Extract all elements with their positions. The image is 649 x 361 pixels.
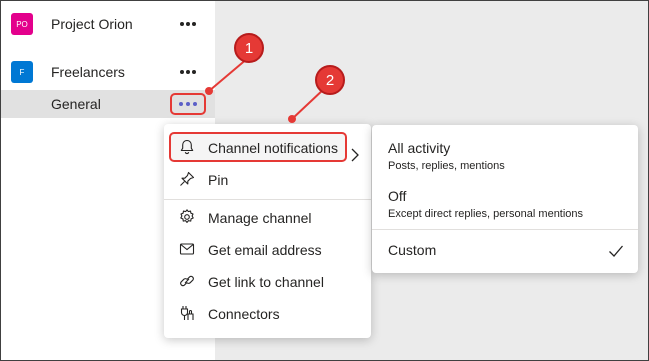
more-dot (186, 102, 190, 106)
option-title: All activity (388, 140, 451, 156)
chevron-right-icon (351, 148, 359, 162)
menu-item-get-email-address[interactable]: Get email address (164, 234, 371, 264)
channel-name: General (51, 96, 101, 112)
notifications-submenu: All activity Posts, replies, mentions Of… (372, 125, 638, 273)
link-icon (180, 275, 194, 287)
channel-options-menu: Channel notifications Pin Manage channel… (164, 124, 371, 338)
bell-icon (180, 139, 194, 155)
menu-item-label: Get link to channel (208, 274, 324, 290)
submenu-option-all-activity[interactable]: All activity Posts, replies, mentions (372, 133, 638, 179)
menu-item-label: Get email address (208, 242, 322, 258)
team-avatar: F (11, 61, 33, 83)
more-dot (186, 22, 190, 26)
callout-badge-2: 2 (315, 65, 345, 95)
option-description: Posts, replies, mentions (388, 160, 505, 172)
channel-more-options-button[interactable] (170, 93, 206, 115)
team-more-options-button[interactable] (177, 65, 199, 79)
more-dot (192, 22, 196, 26)
menu-item-label: Pin (208, 172, 229, 188)
option-description: Except direct replies, personal mentions (388, 208, 584, 220)
more-dot (180, 22, 184, 26)
submenu-option-off[interactable]: Off Except direct replies, personal ment… (372, 181, 638, 227)
menu-item-label: Manage channel (208, 210, 312, 226)
menu-item-pin[interactable]: Pin (164, 164, 371, 194)
menu-item-manage-channel[interactable]: Manage channel (164, 202, 371, 232)
more-dot (180, 70, 184, 74)
more-dot (193, 102, 197, 106)
more-dot (179, 102, 183, 106)
option-title: Custom (388, 242, 437, 258)
checkmark-icon (609, 245, 623, 257)
menu-item-channel-notifications[interactable]: Channel notifications (164, 132, 371, 162)
option-title: Off (388, 188, 407, 204)
team-row-project-orion[interactable]: PO Project Orion (1, 4, 215, 44)
more-dot (186, 70, 190, 74)
more-dot (192, 70, 196, 74)
menu-item-get-link-to-channel[interactable]: Get link to channel (164, 266, 371, 296)
connectors-icon (180, 306, 194, 320)
menu-divider (164, 199, 371, 200)
team-avatar: PO (11, 13, 33, 35)
menu-item-connectors[interactable]: Connectors (164, 298, 371, 328)
channel-row-general[interactable]: General (1, 90, 215, 118)
submenu-divider (372, 229, 638, 230)
submenu-option-custom[interactable]: Custom (372, 233, 638, 267)
team-more-options-button[interactable] (177, 17, 199, 31)
team-row-freelancers[interactable]: F Freelancers (1, 52, 215, 92)
gear-icon (180, 209, 194, 223)
pin-icon (180, 171, 195, 186)
menu-item-label: Channel notifications (208, 140, 338, 156)
team-name: Freelancers (51, 64, 125, 80)
mail-icon (179, 243, 195, 255)
menu-item-label: Connectors (208, 306, 280, 322)
team-name: Project Orion (51, 16, 133, 32)
callout-badge-1: 1 (234, 33, 264, 63)
